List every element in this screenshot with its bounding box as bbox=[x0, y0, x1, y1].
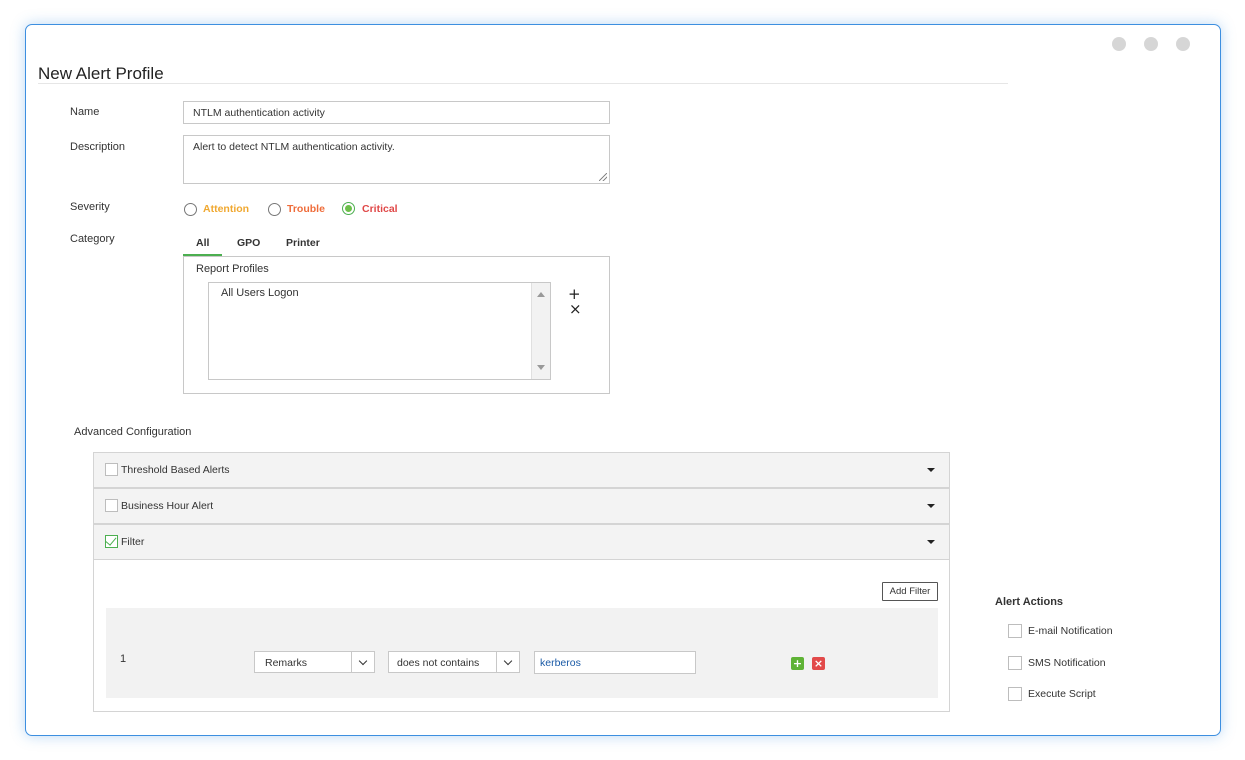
tab-gpo[interactable]: GPO bbox=[237, 237, 260, 249]
caret-down-icon[interactable] bbox=[927, 468, 935, 472]
title-divider bbox=[38, 83, 1008, 84]
tab-all[interactable]: All bbox=[196, 237, 209, 249]
business-hour-checkbox[interactable] bbox=[105, 499, 118, 512]
severity-radio-trouble[interactable] bbox=[268, 203, 281, 216]
execute-script-label: Execute Script bbox=[1028, 688, 1096, 700]
description-text: Alert to detect NTLM authentication acti… bbox=[193, 141, 395, 153]
report-profiles-list[interactable]: All Users Logon bbox=[208, 282, 551, 380]
chevron-down-icon[interactable] bbox=[503, 656, 513, 666]
category-label: Category bbox=[70, 233, 115, 245]
list-item[interactable]: All Users Logon bbox=[221, 287, 299, 299]
email-notification-label: E-mail Notification bbox=[1028, 625, 1113, 637]
sms-notification-label: SMS Notification bbox=[1028, 657, 1106, 669]
filter-field-value: Remarks bbox=[265, 657, 308, 669]
add-filter-button[interactable]: Add Filter bbox=[882, 582, 938, 601]
severity-critical-label: Critical bbox=[362, 203, 398, 215]
filter-field-select[interactable]: Remarks bbox=[254, 651, 375, 673]
check-icon bbox=[105, 534, 117, 546]
chevron-down-icon[interactable] bbox=[358, 656, 368, 666]
severity-label: Severity bbox=[70, 201, 110, 213]
accordion-business-hour[interactable]: Business Hour Alert bbox=[93, 488, 950, 524]
alert-actions-label: Alert Actions bbox=[995, 596, 1064, 608]
scroll-up-icon[interactable] bbox=[537, 292, 545, 297]
name-label: Name bbox=[70, 106, 100, 118]
select-divider bbox=[351, 652, 352, 672]
sms-notification-checkbox[interactable] bbox=[1008, 656, 1022, 670]
select-divider bbox=[496, 652, 497, 672]
email-notification-checkbox[interactable] bbox=[1008, 624, 1022, 638]
tab-printer[interactable]: Printer bbox=[286, 237, 320, 249]
filter-row bbox=[106, 608, 938, 698]
scrollbar[interactable] bbox=[531, 283, 550, 379]
add-row-plus-icon[interactable]: + bbox=[791, 657, 804, 670]
severity-radio-attention[interactable] bbox=[184, 203, 197, 216]
window-control-dot[interactable] bbox=[1112, 37, 1126, 51]
close-icon[interactable]: × bbox=[569, 302, 582, 317]
description-label: Description bbox=[70, 141, 126, 153]
filter-value-input[interactable]: kerberos bbox=[534, 651, 696, 674]
filter-checkbox[interactable] bbox=[105, 534, 118, 548]
description-textarea[interactable]: Alert to detect NTLM authentication acti… bbox=[183, 135, 610, 184]
delete-row-close-icon[interactable]: × bbox=[812, 657, 825, 670]
report-profiles-label: Report Profiles bbox=[196, 263, 269, 275]
filter-operator-value: does not contains bbox=[397, 657, 480, 669]
filter-operator-select[interactable]: does not contains bbox=[388, 651, 520, 673]
caret-down-icon[interactable] bbox=[927, 540, 935, 544]
threshold-checkbox[interactable] bbox=[105, 463, 118, 476]
severity-radio-critical[interactable] bbox=[342, 202, 355, 215]
scroll-down-icon[interactable] bbox=[537, 365, 545, 370]
filter-label: Filter bbox=[121, 536, 145, 548]
resize-grip-icon[interactable] bbox=[599, 173, 607, 181]
accordion-threshold-alerts[interactable]: Threshold Based Alerts bbox=[93, 452, 950, 488]
accordion-filter[interactable]: Filter bbox=[93, 524, 950, 560]
severity-trouble-label: Trouble bbox=[287, 203, 325, 215]
execute-script-checkbox[interactable] bbox=[1008, 687, 1022, 701]
business-hour-label: Business Hour Alert bbox=[121, 500, 214, 512]
severity-attention-label: Attention bbox=[203, 203, 250, 215]
page-title: New Alert Profile bbox=[38, 64, 164, 83]
filter-row-index: 1 bbox=[120, 653, 127, 665]
window-control-dot[interactable] bbox=[1176, 37, 1190, 51]
window-control-dot[interactable] bbox=[1144, 37, 1158, 51]
threshold-label: Threshold Based Alerts bbox=[121, 464, 230, 476]
caret-down-icon[interactable] bbox=[927, 504, 935, 508]
name-input[interactable]: NTLM authentication activity bbox=[183, 101, 610, 124]
advanced-config-label: Advanced Configuration bbox=[74, 426, 192, 438]
